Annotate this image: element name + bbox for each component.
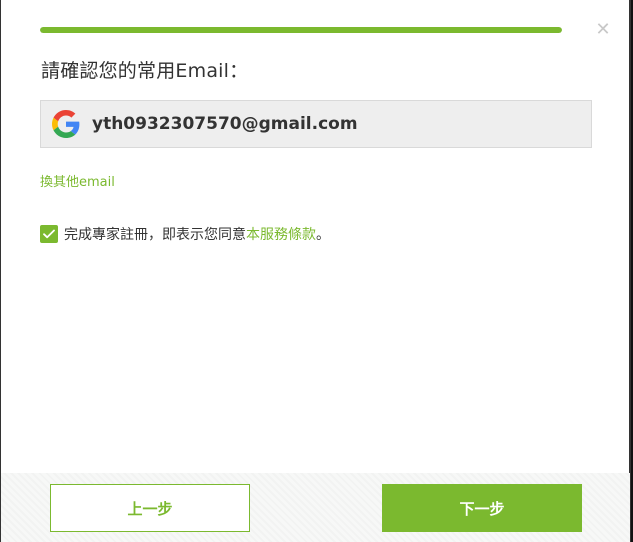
agreement-suffix: 。 — [316, 227, 330, 243]
progress-bar-fill — [40, 27, 562, 33]
agreement-row: 完成專家註冊，即表示您同意 本服務條款。 — [40, 224, 330, 244]
next-button[interactable]: 下一步 — [382, 484, 582, 532]
checkmark-icon — [43, 229, 55, 239]
registration-modal: ✕ 請確認您的常用Email： yth0932307570@gmail.com … — [0, 0, 631, 542]
agreement-checkbox[interactable] — [40, 225, 58, 243]
agreement-text: 完成專家註冊，即表示您同意 — [64, 227, 246, 243]
google-icon — [52, 110, 80, 138]
switch-email-link[interactable]: 換其他email — [40, 171, 115, 190]
selected-email-box: yth0932307570@gmail.com — [40, 100, 592, 148]
prev-button[interactable]: 上一步 — [50, 484, 250, 532]
modal-footer: 上一步 下一步 — [1, 473, 630, 542]
terms-link[interactable]: 本服務條款 — [246, 224, 316, 244]
page-title: 請確認您的常用Email： — [41, 60, 249, 82]
close-icon[interactable]: ✕ — [594, 19, 612, 41]
email-address: yth0932307570@gmail.com — [92, 114, 358, 134]
progress-bar — [40, 27, 562, 33]
